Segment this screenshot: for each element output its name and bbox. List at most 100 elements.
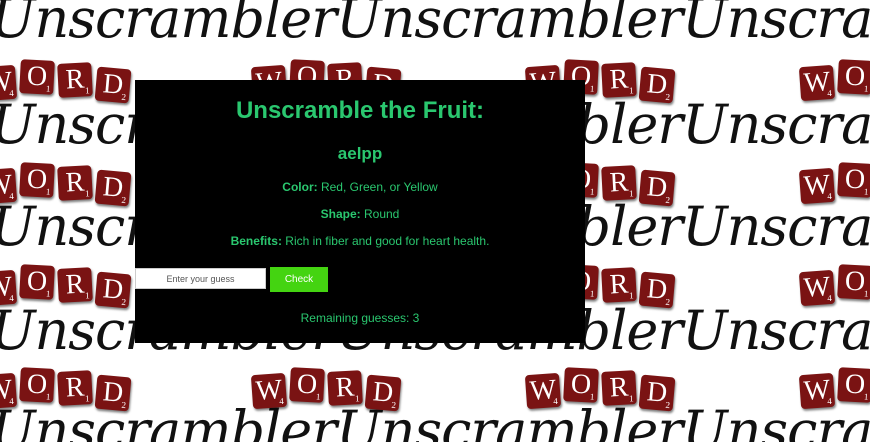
- tile-value: 1: [863, 391, 869, 402]
- letter-tile: D2: [638, 271, 676, 309]
- tile-value: 1: [315, 391, 321, 402]
- tile-value: 4: [8, 191, 15, 202]
- tile-value: 1: [45, 288, 51, 299]
- hint-color-label: Color:: [282, 180, 318, 194]
- hint-color: Color: Red, Green, or Yellow: [135, 180, 585, 194]
- letter-tile: D2: [638, 66, 676, 104]
- letter-tile: D2: [638, 169, 676, 207]
- letter-tile: O1: [837, 264, 870, 300]
- tile-letter: R: [608, 166, 630, 199]
- remaining-guesses: Remaining guesses: 3: [300, 311, 420, 325]
- letter-tile: R1: [601, 370, 637, 406]
- tile-letter: O: [844, 265, 866, 298]
- letter-tile: D2: [364, 374, 402, 412]
- tile-value: 4: [8, 293, 15, 304]
- letter-tile: R1: [57, 370, 93, 406]
- letter-tile: O1: [837, 162, 870, 198]
- letter-tile: O1: [19, 264, 55, 300]
- hint-benefits-label: Benefits:: [230, 234, 282, 248]
- tile-value: 1: [84, 290, 90, 301]
- letter-tile: O1: [19, 59, 55, 95]
- tile-value: 1: [628, 290, 634, 301]
- tile-letter: R: [64, 371, 86, 404]
- tile-value: 1: [863, 186, 869, 197]
- letter-tile: W4: [798, 269, 836, 307]
- tile-value: 1: [863, 83, 869, 94]
- hint-benefits-value: Rich in fiber and good for heart health.: [281, 234, 490, 248]
- tile-value: 1: [589, 391, 595, 402]
- word-tiles-row: W4O1R1D2W4O1R1D2W4O1R1D2W4O1R1D2: [0, 367, 870, 428]
- tile-letter: R: [64, 268, 86, 301]
- letter-tile: O1: [19, 162, 55, 198]
- tile-letter: O: [26, 163, 48, 196]
- letter-tile: R1: [601, 165, 637, 201]
- tile-value: 2: [121, 194, 127, 206]
- scrambled-word: aelpp: [337, 144, 383, 163]
- tile-value: 4: [826, 191, 833, 202]
- tile-letter: O: [296, 368, 318, 401]
- letter-tile: W4: [0, 372, 18, 410]
- tile-value: 1: [354, 393, 360, 404]
- letter-tile: D2: [94, 66, 132, 104]
- tile-value: 4: [278, 396, 285, 407]
- tile-letter: O: [844, 163, 866, 196]
- tile-value: 2: [665, 91, 671, 103]
- game-panel: Unscramble the Fruit: aelpp Color: Red, …: [135, 80, 585, 343]
- tile-value: 1: [628, 393, 634, 404]
- tile-value: 1: [84, 85, 90, 96]
- letter-tile: O1: [837, 59, 870, 95]
- tile-letter: R: [64, 63, 86, 96]
- letter-tile: W4: [0, 269, 18, 307]
- letter-tile: W4: [524, 372, 562, 410]
- tile-value: 1: [45, 83, 51, 94]
- banner-text: UnscramblerUnscramblerUnscramblerUnscram…: [0, 0, 870, 50]
- hint-shape-value: Round: [360, 207, 400, 221]
- check-button[interactable]: Check: [270, 267, 328, 292]
- letter-tile: W4: [798, 167, 836, 205]
- tile-letter: O: [26, 368, 48, 401]
- tile-value: 2: [665, 399, 671, 411]
- letter-tile: O1: [837, 367, 870, 403]
- hint-shape: Shape: Round: [135, 207, 585, 221]
- tile-value: 1: [589, 288, 595, 299]
- letter-tile: R1: [57, 62, 93, 98]
- tile-letter: O: [844, 60, 866, 93]
- letter-tile: D2: [94, 271, 132, 309]
- tile-value: 4: [826, 88, 833, 99]
- tile-value: 1: [45, 391, 51, 402]
- letter-tile: R1: [601, 62, 637, 98]
- tile-value: 2: [121, 399, 127, 411]
- letter-tile: O1: [563, 367, 599, 403]
- hint-shape-label: Shape:: [320, 207, 361, 221]
- letter-tile: W4: [798, 64, 836, 102]
- tile-value: 1: [84, 188, 90, 199]
- tile-value: 1: [628, 85, 634, 96]
- tile-value: 4: [552, 396, 559, 407]
- letter-tile: R1: [601, 267, 637, 303]
- tile-value: 1: [84, 393, 90, 404]
- hint-color-value: Red, Green, or Yellow: [317, 180, 438, 194]
- tile-letter: R: [334, 371, 356, 404]
- tile-value: 4: [826, 396, 833, 407]
- tile-letter: R: [608, 371, 630, 404]
- tile-letter: R: [64, 166, 86, 199]
- letter-tile: W4: [0, 64, 18, 102]
- letter-tile: W4: [0, 167, 18, 205]
- tile-value: 2: [121, 296, 127, 308]
- tile-value: 2: [121, 91, 127, 103]
- tile-value: 4: [826, 293, 833, 304]
- tile-value: 2: [665, 194, 671, 206]
- letter-tile: R1: [57, 267, 93, 303]
- tile-value: 1: [863, 288, 869, 299]
- letter-tile: W4: [250, 372, 288, 410]
- tile-letter: O: [26, 265, 48, 298]
- letter-tile: W4: [798, 372, 836, 410]
- tile-letter: O: [844, 368, 866, 401]
- tile-letter: O: [26, 60, 48, 93]
- letter-tile: O1: [19, 367, 55, 403]
- tile-value: 2: [391, 399, 397, 411]
- letter-tile: D2: [94, 169, 132, 207]
- letter-tile: D2: [94, 374, 132, 412]
- tile-value: 1: [628, 188, 634, 199]
- guess-input[interactable]: [135, 268, 266, 289]
